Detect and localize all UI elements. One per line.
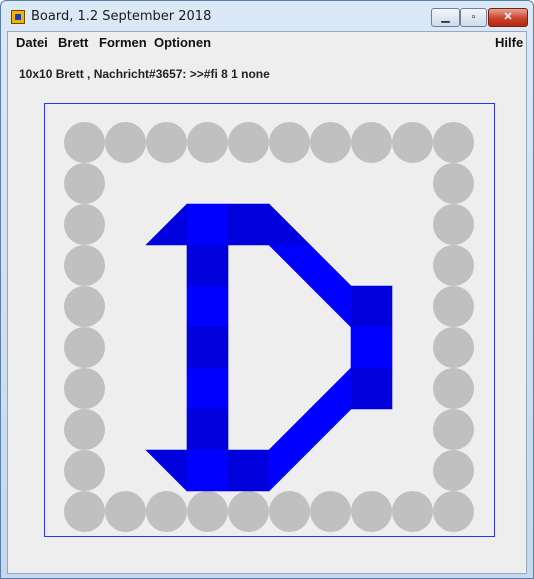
board-cell-filled[interactable] — [268, 408, 311, 451]
board-cell-empty[interactable] — [392, 491, 433, 532]
board-cell-filled[interactable] — [350, 285, 393, 328]
board-cell-empty[interactable] — [187, 122, 228, 163]
board-cell-filled[interactable] — [268, 244, 311, 287]
board-cell-filled[interactable] — [186, 244, 229, 287]
board-cell-empty[interactable] — [269, 491, 310, 532]
board-cell-filled[interactable] — [268, 449, 311, 492]
menu-bar: Datei Brett Formen Optionen Hilfe — [8, 32, 526, 53]
board-cell-filled[interactable] — [186, 326, 229, 369]
board-cell-empty[interactable] — [351, 491, 392, 532]
board-cell-empty[interactable] — [64, 409, 105, 450]
board-cell-empty[interactable] — [187, 491, 228, 532]
board-cell-empty[interactable] — [64, 163, 105, 204]
board-app-icon[interactable] — [11, 10, 25, 24]
board-cell-empty[interactable] — [64, 245, 105, 286]
maximize-button[interactable]: ▫ — [460, 8, 487, 27]
client-area: Datei Brett Formen Optionen Hilfe 10x10 … — [7, 31, 527, 574]
board-cell-filled[interactable] — [227, 449, 270, 492]
menu-optionen[interactable]: Optionen — [154, 35, 211, 50]
board-cell-empty[interactable] — [64, 327, 105, 368]
board-cell-filled[interactable] — [145, 203, 188, 246]
board-cell-empty[interactable] — [105, 122, 146, 163]
board-cell-empty[interactable] — [105, 491, 146, 532]
board-cell-empty[interactable] — [433, 286, 474, 327]
status-message: 10x10 Brett , Nachricht#3657: >>#fi 8 1 … — [19, 67, 270, 81]
board-cell-empty[interactable] — [433, 368, 474, 409]
board-cell-empty[interactable] — [310, 122, 351, 163]
board-cell-filled[interactable] — [268, 203, 311, 246]
board-cell-filled[interactable] — [227, 203, 270, 246]
board-cell-filled[interactable] — [186, 285, 229, 328]
board-cell-empty[interactable] — [351, 122, 392, 163]
close-button[interactable]: ✕ — [488, 8, 528, 27]
board-cell-filled[interactable] — [145, 449, 188, 492]
board-frame — [44, 103, 495, 537]
board-cell-empty[interactable] — [269, 122, 310, 163]
board-cell-empty[interactable] — [433, 163, 474, 204]
board-cell-empty[interactable] — [64, 122, 105, 163]
menu-datei[interactable]: Datei — [16, 35, 48, 50]
board-cell-filled[interactable] — [350, 326, 393, 369]
board-cell-empty[interactable] — [146, 491, 187, 532]
board-cell-empty[interactable] — [433, 491, 474, 532]
board-cell-filled[interactable] — [309, 285, 352, 328]
board-cell-empty[interactable] — [228, 122, 269, 163]
application-window: Board, 1.2 September 2018 ▁ ▫ ✕ Datei Br… — [0, 0, 534, 579]
menu-formen[interactable]: Formen — [99, 35, 147, 50]
menu-hilfe[interactable]: Hilfe — [495, 35, 523, 50]
board-cell-empty[interactable] — [310, 491, 351, 532]
title-bar[interactable]: Board, 1.2 September 2018 ▁ ▫ ✕ — [1, 1, 533, 31]
board-cell-empty[interactable] — [64, 204, 105, 245]
minimize-button[interactable]: ▁ — [431, 8, 460, 27]
board-cell-filled[interactable] — [309, 244, 352, 287]
board-cell-empty[interactable] — [64, 368, 105, 409]
board-cell-filled[interactable] — [309, 408, 352, 451]
board-cell-empty[interactable] — [433, 409, 474, 450]
board-cell-filled[interactable] — [186, 408, 229, 451]
board-cell-filled[interactable] — [350, 367, 393, 410]
board-cell-empty[interactable] — [392, 122, 433, 163]
board-cell-filled[interactable] — [186, 449, 229, 492]
board-cell-filled[interactable] — [309, 367, 352, 410]
board-cell-empty[interactable] — [433, 327, 474, 368]
board-cell-empty[interactable] — [64, 450, 105, 491]
board-cell-empty[interactable] — [146, 122, 187, 163]
board-cell-empty[interactable] — [433, 450, 474, 491]
board-cell-empty[interactable] — [433, 245, 474, 286]
board-canvas[interactable] — [45, 104, 494, 536]
board-cell-empty[interactable] — [433, 122, 474, 163]
board-cell-filled[interactable] — [186, 203, 229, 246]
menu-brett[interactable]: Brett — [58, 35, 88, 50]
window-title: Board, 1.2 September 2018 — [31, 9, 212, 24]
board-cell-empty[interactable] — [433, 204, 474, 245]
board-cell-empty[interactable] — [64, 491, 105, 532]
board-cell-empty[interactable] — [64, 286, 105, 327]
board-cell-empty[interactable] — [228, 491, 269, 532]
board-cell-filled[interactable] — [186, 367, 229, 410]
